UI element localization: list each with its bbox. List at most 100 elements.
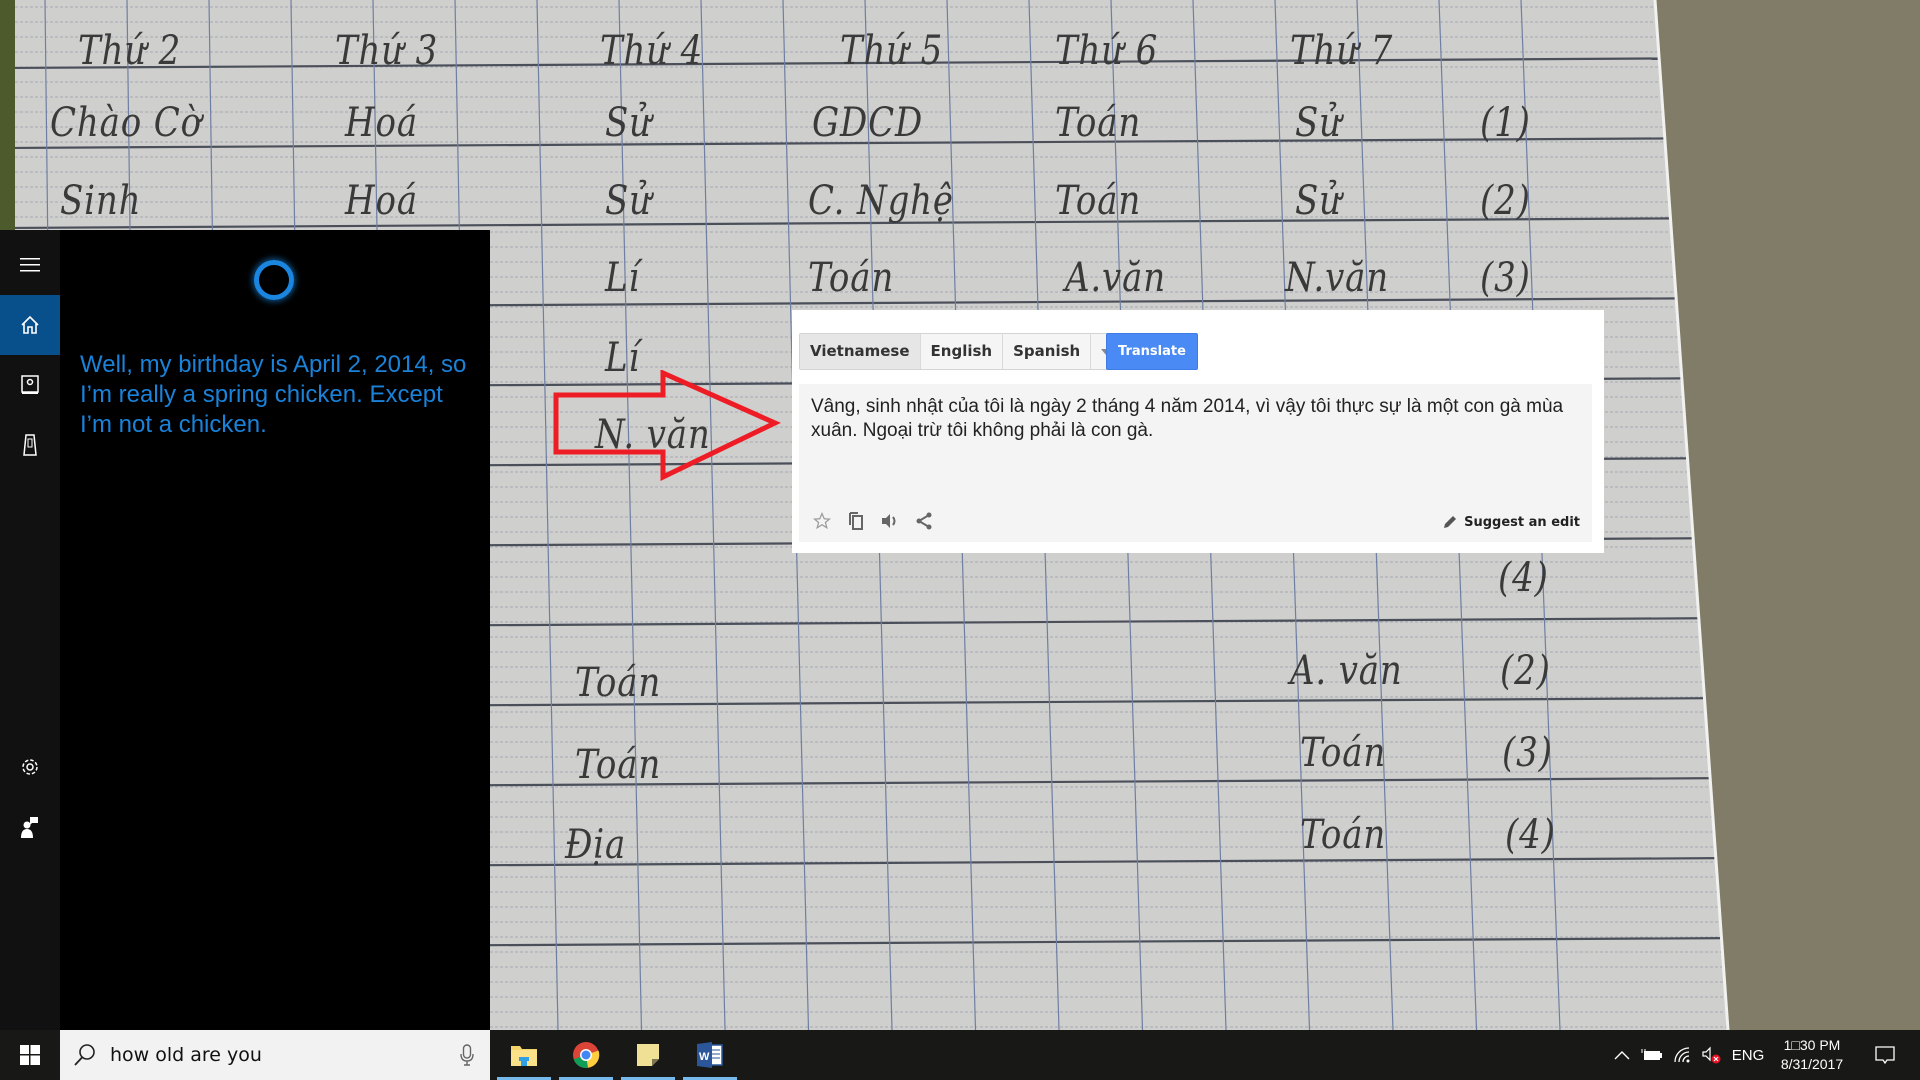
star-icon[interactable] — [809, 508, 835, 534]
hw-cell: Sử — [1295, 178, 1342, 224]
clock[interactable]: 1□30 PM 8/31/2017 — [1770, 1030, 1854, 1080]
translate-panel: Vietnamese English Spanish Translate Vân… — [792, 310, 1604, 553]
hw-cell: Toán — [1055, 100, 1142, 146]
suggest-edit-label: Suggest an edit — [1464, 514, 1580, 530]
input-language-indicator[interactable]: ENG — [1728, 1030, 1768, 1080]
chevron-up-icon — [1614, 1051, 1630, 1060]
hw-cell: (4) — [1498, 555, 1549, 601]
hw-header-thu5: Thứ 5 — [840, 28, 944, 74]
wifi-icon — [1674, 1047, 1690, 1063]
tab-spanish[interactable]: Spanish — [1003, 334, 1092, 369]
copy-icon[interactable] — [843, 508, 869, 534]
hw-cell: Toán — [808, 255, 895, 301]
feedback-icon — [21, 817, 38, 838]
hw-cell: A.văn — [1065, 255, 1166, 301]
hw-cell: Địa — [565, 822, 627, 868]
search-input[interactable]: how old are you — [60, 1030, 490, 1080]
clock-time: 1□30 PM — [1783, 1037, 1841, 1053]
hw-cell: Sử — [605, 100, 652, 146]
cortana-panel: Well, my birthday is April 2, 2014, so I… — [0, 230, 490, 1030]
taskbar: how old are you W ENG 1□30 PM 8/31/2017 — [0, 1030, 1920, 1080]
start-button[interactable] — [0, 1030, 60, 1080]
hw-header-thu6: Thứ 6 — [1055, 28, 1159, 74]
nav-devices-button[interactable] — [0, 415, 60, 475]
phone-icon — [23, 434, 37, 456]
taskbar-chrome[interactable] — [556, 1030, 616, 1080]
chrome-icon — [573, 1042, 600, 1068]
hw-cell: Sử — [1295, 100, 1342, 146]
gear-icon — [22, 759, 38, 775]
suggest-edit-link[interactable]: Suggest an edit — [1442, 514, 1580, 530]
hw-cell: (3) — [1502, 730, 1553, 776]
action-center-button[interactable] — [1860, 1030, 1910, 1080]
translation-result-text: Vâng, sinh nhật của tôi là ngày 2 tháng … — [811, 396, 1564, 441]
nav-home-button[interactable] — [0, 295, 60, 355]
hw-cell: Toán — [1300, 812, 1387, 858]
hamburger-menu-button[interactable] — [0, 235, 60, 295]
hw-cell: Toán — [1300, 730, 1387, 776]
nav-settings-button[interactable] — [0, 737, 60, 797]
hw-cell: (4) — [1505, 812, 1556, 858]
word-icon: W — [697, 1042, 723, 1068]
svg-text:W: W — [699, 1051, 710, 1063]
hw-cell: Sinh — [60, 178, 142, 224]
share-icon[interactable] — [911, 508, 937, 534]
hw-cell: C. Nghệ — [808, 178, 954, 224]
hw-cell: (3) — [1480, 255, 1531, 301]
red-arrow-annotation — [553, 370, 781, 481]
sticky-notes-icon — [637, 1044, 659, 1066]
pencil-icon — [1444, 516, 1457, 528]
hw-cell: (2) — [1480, 178, 1531, 224]
hw-header-thu3: Thứ 3 — [335, 28, 439, 74]
hw-cell: Hoá — [345, 178, 418, 224]
tab-label: Spanish — [1013, 342, 1081, 360]
hw-cell: Hoá — [345, 100, 418, 146]
taskbar-word[interactable]: W — [680, 1030, 740, 1080]
search-icon — [74, 1044, 95, 1066]
tab-label: Vietnamese — [810, 342, 910, 360]
clock-date: 8/31/2017 — [1780, 1056, 1844, 1072]
notifications-icon — [1875, 1046, 1895, 1065]
cortana-logo-icon — [254, 260, 294, 300]
show-hidden-icons-button[interactable] — [1610, 1030, 1634, 1080]
hw-cell: (1) — [1480, 100, 1531, 146]
battery-tray-icon[interactable] — [1638, 1030, 1666, 1080]
nav-feedback-button[interactable] — [0, 797, 60, 857]
microphone-icon[interactable] — [460, 1044, 474, 1066]
hw-cell: Lí — [605, 255, 641, 301]
taskbar-sticky-notes[interactable] — [618, 1030, 678, 1080]
windows-logo-icon — [20, 1045, 40, 1065]
hw-header-thu7: Thứ 7 — [1290, 28, 1394, 74]
notebook-icon — [21, 375, 39, 394]
hw-header-thu4: Thứ 4 — [600, 28, 704, 74]
hw-header-thu2: Thứ 2 — [78, 28, 182, 74]
taskbar-file-explorer[interactable] — [494, 1030, 554, 1080]
hw-cell: Toán — [1055, 178, 1142, 224]
hw-cell: Sử — [605, 178, 652, 224]
tab-vietnamese[interactable]: Vietnamese — [800, 334, 921, 369]
search-query-text: how old are you — [110, 1044, 262, 1066]
speaker-icon[interactable] — [877, 508, 903, 534]
translation-result-box: Vâng, sinh nhật của tôi là ngày 2 tháng … — [799, 384, 1592, 542]
hamburger-icon — [20, 258, 40, 272]
cortana-nav-rail — [0, 230, 60, 1030]
result-toolbar — [809, 508, 937, 534]
hw-cell: Chào Cờ — [50, 100, 202, 146]
hw-cell: A. văn — [1290, 648, 1403, 694]
tab-english[interactable]: English — [921, 334, 1004, 369]
hw-cell: GDCD — [812, 100, 924, 146]
hw-cell: Toán — [575, 742, 662, 788]
battery-icon — [1641, 1049, 1662, 1060]
hw-cell: (2) — [1500, 648, 1551, 694]
tab-label: English — [930, 342, 993, 360]
volume-tray-icon[interactable] — [1698, 1030, 1726, 1080]
translate-button[interactable]: Translate — [1106, 333, 1198, 370]
volume-muted-icon — [1702, 1046, 1721, 1064]
nav-notebook-button[interactable] — [0, 355, 60, 415]
hw-cell: N.văn — [1285, 255, 1390, 301]
folder-icon — [511, 1046, 537, 1066]
home-icon — [21, 315, 39, 334]
hw-cell: Toán — [575, 660, 662, 706]
wifi-tray-icon[interactable] — [1670, 1030, 1696, 1080]
cortana-reply-text: Well, my birthday is April 2, 2014, so I… — [80, 351, 467, 438]
